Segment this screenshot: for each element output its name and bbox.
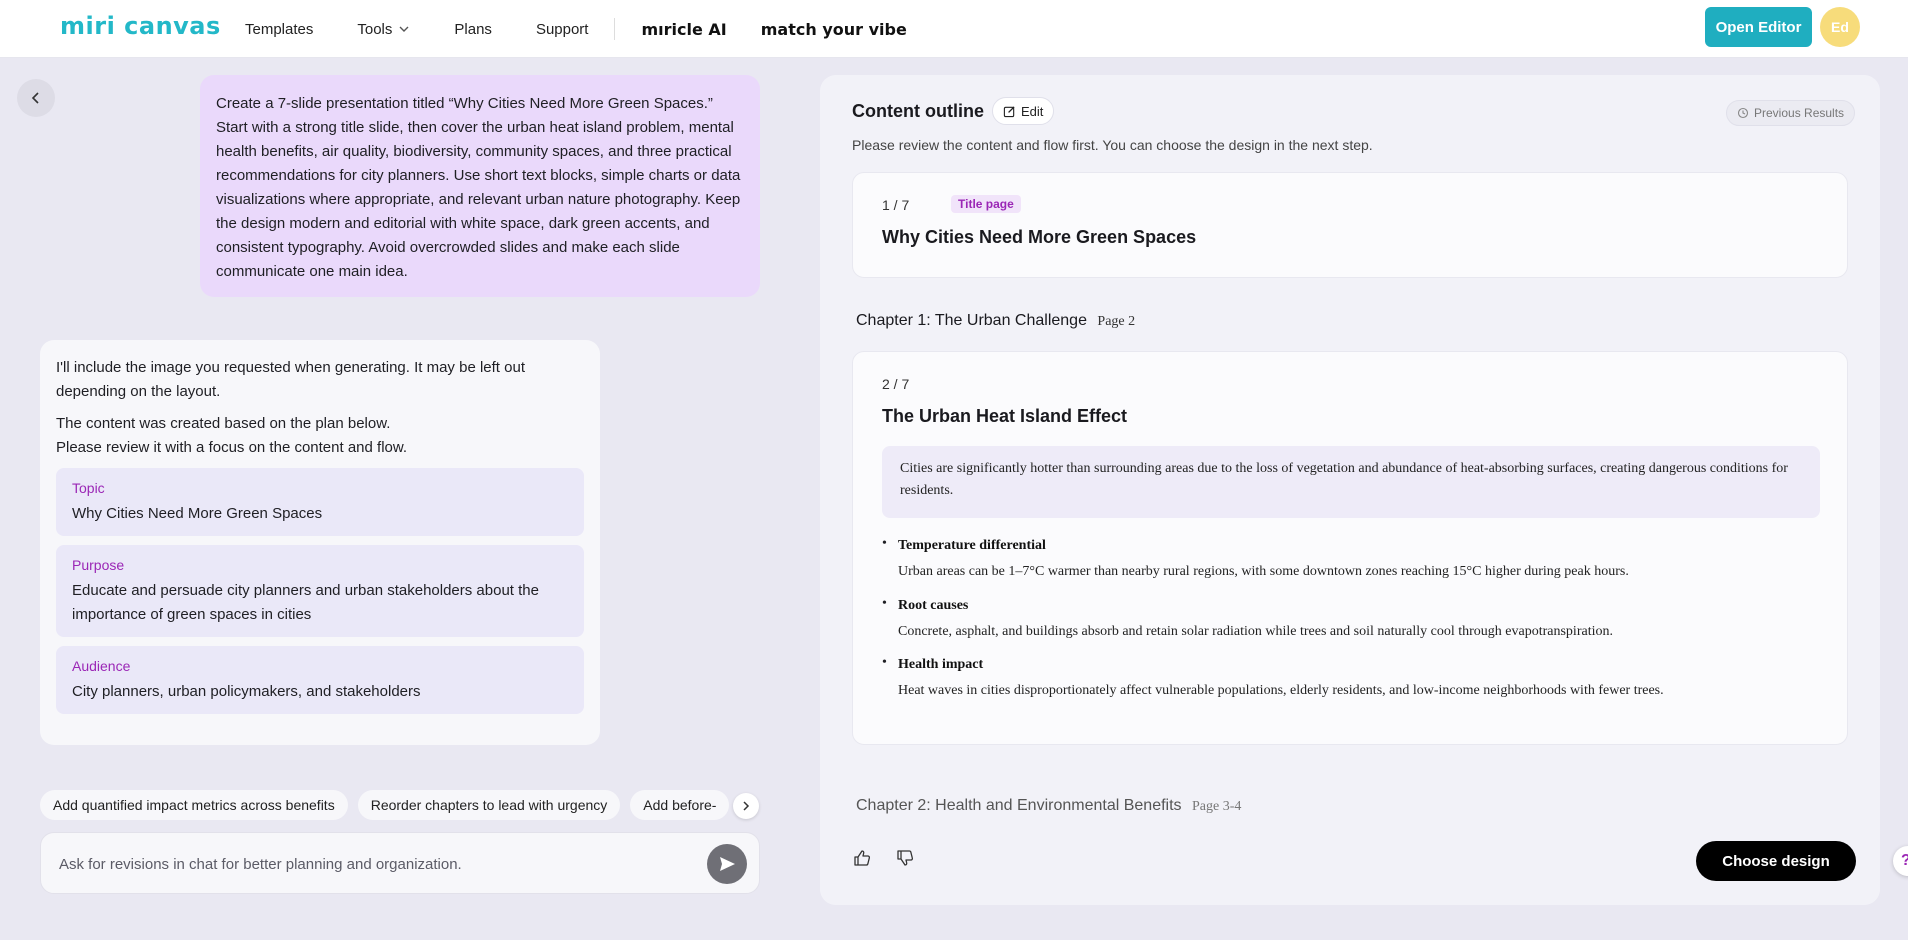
match-your-vibe-link[interactable]: match your vibe — [761, 20, 907, 39]
user-avatar[interactable]: Ed — [1820, 7, 1860, 47]
previous-results-button[interactable]: Previous Results — [1726, 100, 1856, 126]
nav-support[interactable]: Support — [536, 21, 589, 38]
suggestion-chip[interactable]: Add before- — [630, 790, 730, 820]
plan-topic-value: Why Cities Need More Green Spaces — [72, 505, 323, 522]
assistant-response-card: I'll include the image you requested whe… — [40, 340, 600, 745]
plan-topic: Topic Why Cities Need More Green Spaces — [56, 468, 584, 536]
plan-purpose: Purpose Educate and persuade city planne… — [56, 545, 584, 637]
bullet-dot: • — [882, 655, 887, 670]
miricle-ai-link[interactable]: mıricle AI — [641, 20, 726, 39]
thumbs-down-icon — [897, 850, 914, 866]
chat-input-box — [40, 832, 760, 894]
plan-audience: Audience City planners, urban policymake… — [56, 646, 584, 714]
slide-summary: Cities are significantly hotter than sur… — [882, 446, 1820, 518]
history-icon — [1737, 107, 1749, 119]
suggestion-chips: Add quantified impact metrics across ben… — [40, 790, 760, 820]
suggestions-next-button[interactable] — [733, 793, 759, 819]
slide-bullet: • Health impact Heat waves in cities dis… — [882, 655, 1802, 701]
chapter-heading-1: Chapter 1: The Urban Challenge Page 2 — [856, 312, 1135, 330]
back-button[interactable] — [17, 79, 55, 117]
choose-design-button[interactable]: Choose design — [1696, 841, 1856, 881]
slide-bullet: • Temperature differential Urban areas c… — [882, 536, 1802, 582]
chapter-pages: Page 2 — [1097, 314, 1136, 329]
chapter-heading-2: Chapter 2: Health and Environmental Bene… — [856, 797, 1241, 815]
bullet-title: Temperature differential — [898, 538, 1046, 553]
slide-type-badge: Title page — [951, 195, 1021, 213]
suggestion-chip[interactable]: Add quantified impact metrics across ben… — [40, 790, 348, 820]
bullet-title: Health impact — [898, 657, 984, 672]
chapter-name: The Urban Challenge — [934, 312, 1087, 329]
chapter-pages: Page 3-4 — [1192, 799, 1242, 814]
chapter-label: Chapter 2: — [856, 797, 931, 814]
bullet-body: Concrete, asphalt, and buildings absorb … — [898, 624, 1613, 639]
nav-tools[interactable]: Tools — [357, 21, 410, 38]
response-note: I'll include the image you requested whe… — [56, 359, 525, 400]
content-outline-panel: Content outline Edit Previous Results Pl… — [820, 75, 1880, 905]
edit-outline-button[interactable]: Edit — [992, 97, 1055, 125]
slide-title: Why Cities Need More Green Spaces — [882, 227, 1197, 247]
bullet-body: Urban areas can be 1–7°C warmer than nea… — [898, 564, 1629, 579]
plan-topic-label: Topic — [72, 480, 105, 496]
previous-results-label: Previous Results — [1754, 106, 1845, 120]
edit-icon — [1003, 105, 1015, 117]
chevron-right-icon — [743, 801, 750, 811]
slide-card-1[interactable]: 1 / 7 Title page Why Cities Need More Gr… — [852, 172, 1848, 278]
chapter-name: Health and Environmental Benefits — [935, 797, 1182, 814]
edit-label: Edit — [1021, 103, 1044, 119]
plan-audience-label: Audience — [72, 658, 131, 674]
user-prompt-bubble: Create a 7-slide presentation titled “Wh… — [200, 75, 760, 297]
nav-plans[interactable]: Plans — [454, 21, 492, 38]
nav-templates[interactable]: Templates — [245, 21, 313, 38]
chat-input[interactable] — [59, 851, 679, 877]
nav-plans-label: Plans — [454, 20, 492, 38]
plan-purpose-label: Purpose — [72, 557, 125, 573]
bullet-title: Root causes — [898, 598, 969, 613]
thumbs-up-button[interactable] — [850, 846, 874, 870]
outline-subtitle: Please review the content and flow first… — [852, 137, 1373, 153]
chevron-down-icon — [399, 26, 409, 32]
main-nav: Templates Tools Plans Support mıricle AI… — [245, 0, 941, 58]
nav-tools-label: Tools — [357, 20, 393, 38]
response-plan-intro: The content was created based on the pla… — [56, 415, 391, 432]
send-icon — [720, 857, 735, 871]
help-icon[interactable]: ? — [1893, 846, 1908, 876]
bullet-dot: • — [882, 536, 887, 551]
slide-number: 1 / 7 — [882, 197, 910, 213]
slide-number: 2 / 7 — [882, 376, 910, 392]
top-header: miri canvas Templates Tools Plans Suppor… — [0, 0, 1908, 58]
nav-divider — [614, 18, 616, 40]
chevron-left-icon — [31, 92, 39, 104]
bullet-dot: • — [882, 596, 887, 611]
thumbs-up-icon — [854, 850, 871, 866]
response-review-note: Please review it with a focus on the con… — [56, 439, 408, 456]
bullet-body: Heat waves in cities disproportionately … — [898, 683, 1664, 698]
plan-purpose-value: Educate and persuade city planners and u… — [72, 582, 539, 623]
open-editor-button[interactable]: Open Editor — [1705, 7, 1812, 47]
outline-title: Content outline — [852, 101, 984, 121]
plan-audience-value: City planners, urban policymakers, and s… — [72, 683, 421, 700]
slide-bullet: • Root causes Concrete, asphalt, and bui… — [882, 596, 1802, 642]
miri-canvas-logo[interactable]: miri canvas — [60, 12, 221, 40]
suggestion-chip[interactable]: Reorder chapters to lead with urgency — [357, 790, 621, 820]
nav-templates-label: Templates — [245, 20, 314, 38]
send-button[interactable] — [707, 844, 747, 884]
slide-title: The Urban Heat Island Effect — [882, 406, 1128, 426]
nav-support-label: Support — [535, 20, 589, 38]
chapter-label: Chapter 1: — [856, 312, 931, 329]
thumbs-down-button[interactable] — [893, 846, 917, 870]
slide-card-2[interactable]: 2 / 7 The Urban Heat Island Effect Citie… — [852, 351, 1848, 745]
